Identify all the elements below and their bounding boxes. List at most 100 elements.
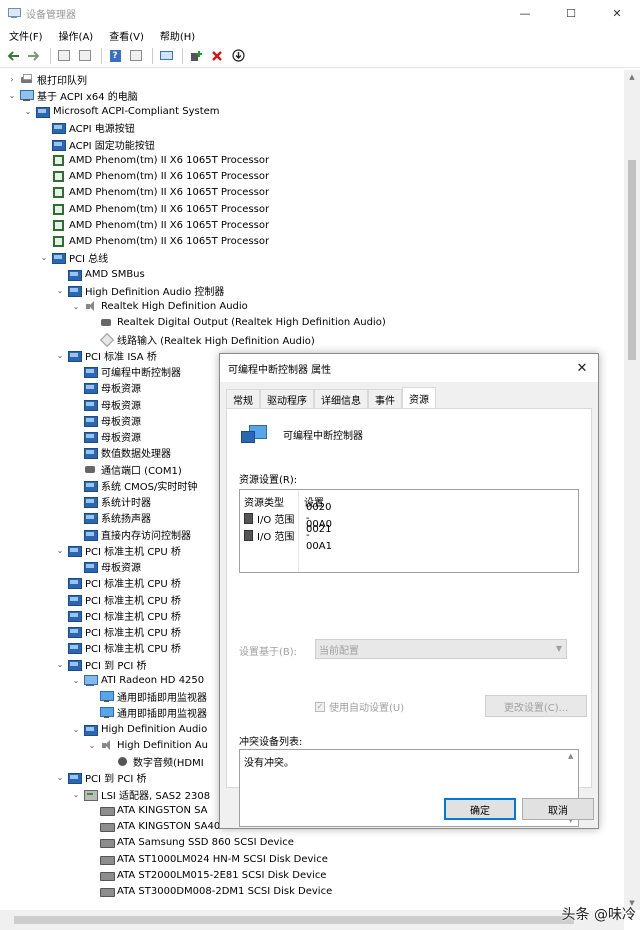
scroll-up-icon[interactable]: ▲ <box>624 70 640 84</box>
console-tree-icon[interactable] <box>55 47 73 65</box>
tree-node[interactable]: PCI 标准主机 CPU 桥 <box>54 607 181 623</box>
tree-node[interactable]: 数字音频(HDMI <box>102 754 204 770</box>
expand-chevron-icon[interactable]: ⌄ <box>54 282 66 298</box>
based-on-select[interactable]: 当前配置 ▼ <box>315 639 567 659</box>
cancel-button[interactable]: 取消 <box>522 798 594 820</box>
tree-node[interactable]: AMD Phenom(tm) II X6 1065T Processor <box>38 152 269 168</box>
tree-node[interactable]: ⌄ High Definition Au <box>86 737 208 753</box>
expand-chevron-icon[interactable]: ⌄ <box>70 786 82 802</box>
uninstall-x-icon[interactable] <box>208 47 226 65</box>
tree-node[interactable]: ACPI 电源按钮 <box>38 120 135 136</box>
tree-node[interactable]: ⌄ Microsoft ACPI-Compliant System <box>22 104 220 120</box>
expand-chevron-icon[interactable]: ⌄ <box>54 770 66 786</box>
tree-node[interactable]: AMD Phenom(tm) II X6 1065T Processor <box>38 201 269 217</box>
tree-node[interactable]: 母板资源 <box>70 396 141 412</box>
dialog-close-button[interactable]: ✕ <box>572 358 592 378</box>
tree-node[interactable]: 通用即插即用监视器 <box>86 705 207 721</box>
tree-node[interactable]: ⌄ PCI 到 PCI 桥 <box>54 656 146 672</box>
update-driver-icon[interactable] <box>187 47 205 65</box>
tree-node[interactable]: AMD SMBus <box>54 266 145 282</box>
resource-list[interactable]: 资源类型 设置 I/O 范围 0020 - 0021 I/O 范围 00A0 -… <box>239 489 579 573</box>
forward-arrow-icon[interactable] <box>25 47 43 65</box>
expand-chevron-icon[interactable]: ⌄ <box>70 672 82 688</box>
tree-node[interactable]: ⌄ ATI Radeon HD 4250 <box>70 672 204 688</box>
tree-node[interactable]: ACPI 固定功能按钮 <box>38 136 155 152</box>
expand-chevron-icon[interactable]: ⌄ <box>54 656 66 672</box>
tree-node[interactable]: ⌄ High Definition Audio 控制器 <box>54 282 224 298</box>
change-settings-button[interactable]: 更改设置(C)... <box>485 695 587 717</box>
vertical-scrollbar[interactable]: ▲ ▼ <box>624 70 640 910</box>
tab-driver[interactable]: 驱动程序 <box>260 389 314 408</box>
tree-node[interactable]: ATA KINGSTON SA <box>86 802 208 818</box>
tree-node[interactable]: ⌄ PCI 总线 <box>38 250 108 266</box>
horizontal-scroll-thumb[interactable] <box>14 916 574 924</box>
tree-node[interactable]: ATA ST3000DM008-2DM1 SCSI Disk Device <box>86 884 332 900</box>
tree-node[interactable]: ATA Samsung SSD 860 SCSI Device <box>86 835 294 851</box>
tab-resources[interactable]: 资源 <box>402 387 436 408</box>
menu-file[interactable]: 文件(F) <box>0 28 50 43</box>
tree-node[interactable]: 母板资源 <box>70 559 141 575</box>
tab-events[interactable]: 事件 <box>368 389 402 408</box>
tree-node[interactable]: 系统计时器 <box>70 494 151 510</box>
tree-node[interactable]: 直接内存访问控制器 <box>70 526 191 542</box>
tree-node[interactable]: 母板资源 <box>70 429 141 445</box>
tree-node[interactable]: 数值数据处理器 <box>70 445 171 461</box>
expand-chevron-icon[interactable]: ⌄ <box>38 250 50 266</box>
tree-node[interactable]: ⌄ 基于 ACPI x64 的电脑 <box>6 87 138 103</box>
tree-node[interactable]: ⌄ PCI 标准 ISA 桥 <box>54 347 157 363</box>
tree-node[interactable]: AMD Phenom(tm) II X6 1065T Processor <box>38 185 269 201</box>
tree-node[interactable]: ⌄ PCI 标准主机 CPU 桥 <box>54 542 181 558</box>
tree-node[interactable]: PCI 标准主机 CPU 桥 <box>54 591 181 607</box>
tree-node[interactable]: PCI 标准主机 CPU 桥 <box>54 575 181 591</box>
expand-chevron-icon[interactable]: ⌄ <box>70 299 82 315</box>
expand-chevron-icon[interactable]: ⌄ <box>22 104 34 120</box>
tree-node[interactable]: 线路输入 (Realtek High Definition Audio) <box>86 331 315 347</box>
tree-node[interactable]: 可编程中断控制器 <box>70 364 181 380</box>
vertical-scroll-thumb[interactable] <box>628 160 636 360</box>
resource-row[interactable]: I/O 范围 00A0 - 00A1 <box>244 519 332 552</box>
action-pane-icon[interactable] <box>127 47 145 65</box>
tree-node[interactable]: AMD Phenom(tm) II X6 1065T Processor <box>38 217 269 233</box>
column-header-type[interactable]: 资源类型 <box>244 494 284 509</box>
auto-settings-checkbox[interactable]: ✓ 使用自动设置(U) <box>315 699 404 714</box>
tree-node[interactable]: ⌄ High Definition Audio <box>70 721 207 737</box>
properties-icon[interactable] <box>76 47 94 65</box>
expand-chevron-icon[interactable]: ⌄ <box>54 542 66 558</box>
expand-chevron-icon[interactable]: ⌄ <box>6 87 18 103</box>
tree-node[interactable]: AMD Phenom(tm) II X6 1065T Processor <box>38 234 269 250</box>
tree-node[interactable]: 母板资源 <box>70 380 141 396</box>
tree-node[interactable]: › 根打印队列 <box>6 71 87 87</box>
expand-chevron-icon[interactable]: ⌄ <box>70 721 82 737</box>
tree-node[interactable]: ATA ST1000LM024 HN-M SCSI Disk Device <box>86 851 328 867</box>
help-icon[interactable]: ? <box>106 47 124 65</box>
collapse-chevron-icon[interactable]: › <box>6 71 18 87</box>
scan-hardware-icon[interactable] <box>157 47 175 65</box>
tree-node[interactable]: 通用即插即用监视器 <box>86 689 207 705</box>
expand-chevron-icon[interactable]: ⌄ <box>86 737 98 753</box>
horizontal-scrollbar[interactable] <box>0 910 624 930</box>
tree-node[interactable]: ⌄ LSI 适配器, SAS2 2308 <box>70 786 210 802</box>
tree-node[interactable]: 系统 CMOS/实时时钟 <box>70 477 197 493</box>
minimize-button[interactable]: — <box>502 0 548 26</box>
menu-help[interactable]: 帮助(H) <box>151 28 202 43</box>
expand-chevron-icon[interactable]: ⌄ <box>54 347 66 363</box>
ok-button[interactable]: 确定 <box>444 798 516 820</box>
close-button[interactable]: ✕ <box>594 0 640 26</box>
menu-view[interactable]: 查看(V) <box>100 28 151 43</box>
tree-node[interactable]: PCI 标准主机 CPU 桥 <box>54 624 181 640</box>
download-arrow-icon[interactable] <box>229 47 247 65</box>
resource-row[interactable]: I/O 范围 0020 - 0021 <box>244 502 331 535</box>
tree-node[interactable]: AMD Phenom(tm) II X6 1065T Processor <box>38 169 269 185</box>
scroll-up-icon[interactable]: ▲ <box>568 752 573 760</box>
tab-details[interactable]: 详细信息 <box>314 389 368 408</box>
tab-general[interactable]: 常规 <box>226 389 260 408</box>
back-arrow-icon[interactable] <box>4 47 22 65</box>
menu-action[interactable]: 操作(A) <box>50 28 101 43</box>
tree-node[interactable]: 母板资源 <box>70 412 141 428</box>
tree-node[interactable]: ⌄ PCI 到 PCI 桥 <box>54 770 146 786</box>
tree-node[interactable]: Realtek Digital Output (Realtek High Def… <box>86 315 386 331</box>
tree-node[interactable]: ⌄ Realtek High Definition Audio <box>70 299 248 315</box>
tree-node[interactable]: PCI 标准主机 CPU 桥 <box>54 640 181 656</box>
tree-node[interactable]: 通信端口 (COM1) <box>70 461 182 477</box>
maximize-button[interactable]: ☐ <box>548 0 594 26</box>
